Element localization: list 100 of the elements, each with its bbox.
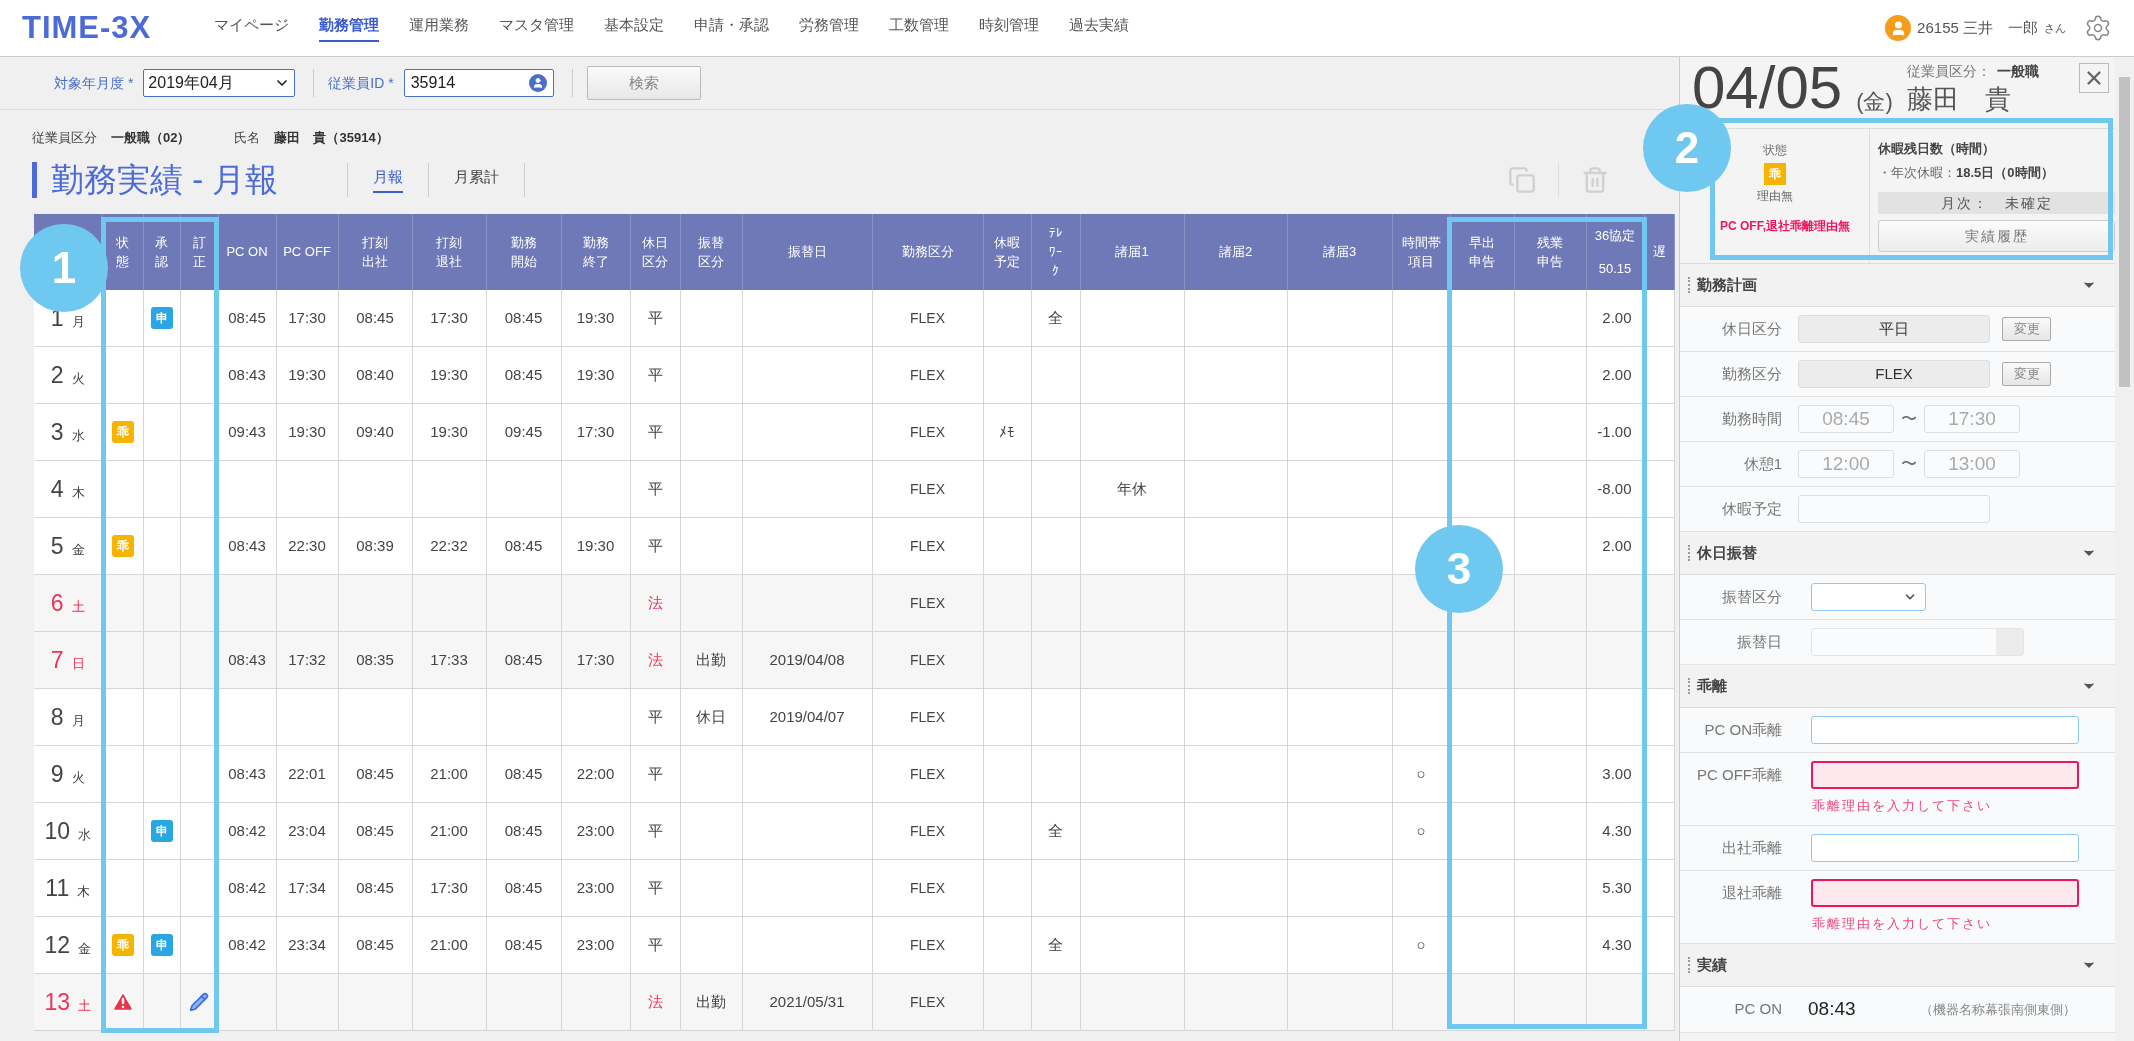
table-cell: 17:34 bbox=[288, 879, 326, 896]
nav-tab[interactable]: 労務管理 bbox=[799, 14, 859, 42]
table-cell: 5.30 bbox=[1602, 879, 1632, 896]
day-number: 6 bbox=[50, 588, 64, 618]
view-tab[interactable]: 月累計 bbox=[454, 166, 499, 193]
nav-tab[interactable]: マイページ bbox=[214, 14, 289, 42]
weekday-label: 木 bbox=[77, 882, 91, 901]
nav-tab[interactable]: 過去実績 bbox=[1069, 14, 1129, 42]
table-cell: 08:45 bbox=[356, 765, 394, 782]
nav-tab[interactable]: 運用業務 bbox=[409, 14, 469, 42]
table-cell: FLEX bbox=[910, 652, 945, 668]
table-cell: 17:30 bbox=[288, 308, 326, 326]
page-title: 勤務実績 - 月報 bbox=[51, 159, 280, 200]
column-header: 勤務終了 bbox=[581, 233, 610, 271]
table-cell: 全 bbox=[1048, 822, 1063, 839]
table-cell: 19:30 bbox=[576, 308, 615, 326]
alert-icon bbox=[110, 990, 135, 1014]
pencil-icon[interactable] bbox=[189, 992, 209, 1012]
field-label: 勤務時間 bbox=[1721, 408, 1783, 429]
day-number: 7 bbox=[50, 645, 64, 675]
table-cell: FLEX bbox=[910, 538, 945, 554]
scrollbar[interactable] bbox=[2115, 57, 2134, 1041]
column-header: 勤務開始 bbox=[509, 233, 538, 271]
copy-icon[interactable] bbox=[1508, 165, 1536, 194]
weekday-label: 月 bbox=[71, 711, 85, 730]
table-cell: 平 bbox=[647, 423, 663, 440]
field-label: 振替区分 bbox=[1721, 586, 1783, 607]
honorific: さん bbox=[2044, 20, 2066, 36]
table-cell: 23:00 bbox=[576, 822, 615, 839]
weekday-label: 土 bbox=[71, 597, 85, 616]
table-cell: 全 bbox=[1048, 308, 1063, 326]
input-field[interactable] bbox=[1811, 834, 2079, 862]
table-cell: ﾒﾓ bbox=[999, 423, 1015, 440]
close-button[interactable] bbox=[2079, 63, 2109, 93]
range-separator: 〜 bbox=[1900, 454, 1918, 474]
nav-tab[interactable]: 時刻管理 bbox=[979, 14, 1039, 42]
settings-icon[interactable] bbox=[2084, 14, 2112, 42]
column-header: PC OFF bbox=[282, 243, 332, 261]
leave-value: 18.5日（0時間） bbox=[1956, 163, 2054, 182]
nav-tab[interactable]: マスタ管理 bbox=[499, 14, 574, 42]
column-header: 諸届1 bbox=[1114, 243, 1150, 261]
table-cell: 17:32 bbox=[288, 651, 326, 668]
table-cell: FLEX bbox=[910, 766, 945, 782]
weekday-label: 木 bbox=[71, 483, 85, 502]
day-number: 4 bbox=[50, 474, 64, 504]
table-cell: 19:30 bbox=[576, 366, 615, 383]
column-header: 訂正 bbox=[191, 233, 207, 271]
trash-icon[interactable] bbox=[1581, 165, 1609, 194]
nav-tab[interactable]: 基本設定 bbox=[604, 14, 664, 42]
month-select[interactable]: 2019年04月 bbox=[143, 69, 296, 97]
table-cell: 08:45 bbox=[356, 936, 394, 953]
day-number: 12 bbox=[44, 930, 71, 960]
table-cell: 平 bbox=[647, 366, 663, 383]
table-cell: 08:45 bbox=[504, 537, 543, 554]
field-label: 休日区分 bbox=[1721, 318, 1783, 339]
input-field[interactable] bbox=[1811, 879, 2079, 907]
column-header: 承認 bbox=[154, 233, 169, 271]
table-cell: FLEX bbox=[910, 309, 945, 326]
table-cell: 23:34 bbox=[288, 936, 326, 953]
table-cell: 法 bbox=[647, 594, 663, 611]
column-header: 打刻出社 bbox=[361, 233, 389, 271]
nav-tab[interactable]: 工数管理 bbox=[889, 14, 949, 42]
nav-tab[interactable]: 申請・承認 bbox=[694, 14, 769, 42]
field-label: PC ON bbox=[1733, 999, 1783, 1019]
employee-id-field[interactable]: 35914 bbox=[403, 69, 554, 97]
readonly-field: FLEX bbox=[1798, 360, 1990, 388]
table-cell: 4.30 bbox=[1602, 822, 1632, 839]
table-cell: 17:30 bbox=[430, 308, 468, 326]
table-cell: -8.00 bbox=[1597, 480, 1632, 497]
dropdown-field[interactable] bbox=[1811, 583, 1926, 611]
table-cell: 09:45 bbox=[504, 423, 543, 440]
weekday-label: 水 bbox=[78, 825, 92, 844]
table-cell: 08:42 bbox=[228, 879, 266, 896]
input-field[interactable] bbox=[1811, 716, 2079, 744]
field-label: 休暇予定 bbox=[1721, 498, 1783, 519]
weekday-label: 金 bbox=[71, 540, 85, 559]
input-field[interactable] bbox=[1811, 761, 2079, 789]
date-field[interactable] bbox=[1811, 628, 2024, 656]
column-header: ﾃﾚﾜｰｸ bbox=[1047, 224, 1064, 280]
employee-name: 藤田 貴 bbox=[1906, 83, 2012, 116]
view-tab[interactable]: 月報 bbox=[373, 166, 403, 193]
table-cell: 平 bbox=[647, 537, 663, 554]
column-header: 勤務区分 bbox=[900, 243, 955, 261]
info-label: 従業員区分 bbox=[32, 129, 97, 147]
table-cell: ○ bbox=[1416, 822, 1426, 839]
table-cell: 19:30 bbox=[288, 423, 326, 440]
table-cell: 出勤 bbox=[696, 993, 726, 1010]
table-cell: 08:45 bbox=[228, 308, 266, 326]
table-cell: 出勤 bbox=[696, 651, 726, 668]
table-cell: 年休 bbox=[1117, 480, 1147, 497]
table-cell: 19:30 bbox=[576, 537, 615, 554]
nav-tab[interactable]: 勤務管理 bbox=[319, 14, 379, 42]
person-icon[interactable] bbox=[528, 74, 547, 92]
table-cell: 2019/04/07 bbox=[769, 708, 845, 725]
table-cell: 19:30 bbox=[430, 423, 468, 440]
readonly-field: 平日 bbox=[1798, 315, 1990, 343]
history-button[interactable]: 実績履歴 bbox=[1878, 220, 2115, 252]
day-number: 8 bbox=[50, 702, 64, 732]
field-label: PC ON乖離 bbox=[1703, 719, 1783, 740]
user-name: 26155 三井 一郎 bbox=[1917, 17, 2038, 38]
